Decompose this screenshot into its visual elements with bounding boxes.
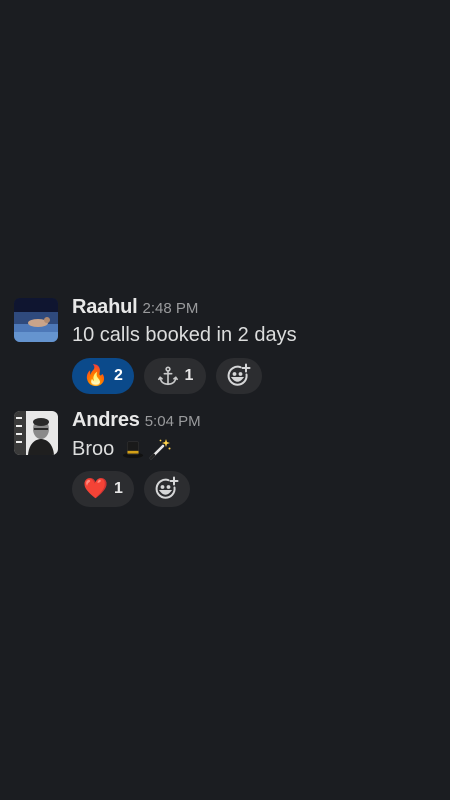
top-hat-icon <box>122 438 144 460</box>
reaction-anchor[interactable]: 1 <box>144 358 206 394</box>
avatar[interactable] <box>14 298 58 342</box>
message-text: 10 calls booked in 2 days <box>72 324 297 346</box>
add-reaction-icon <box>226 363 252 389</box>
add-reaction-button[interactable] <box>216 358 262 394</box>
timestamp[interactable]: 2:48 PM <box>142 300 198 317</box>
avatar[interactable] <box>14 411 58 455</box>
heart-icon: ❤️ <box>83 478 108 500</box>
fire-icon: 🔥 <box>83 365 108 387</box>
message-header: Raahul 2:48 PM <box>72 296 198 319</box>
author-name[interactable]: Andres <box>72 409 140 432</box>
reaction-heart[interactable]: ❤️ 1 <box>72 471 134 507</box>
avatar-image <box>14 411 58 455</box>
timestamp[interactable]: 5:04 PM <box>145 413 201 430</box>
reaction-bar: ❤️ 1 <box>72 471 190 507</box>
anchor-icon <box>157 365 179 387</box>
reaction-bar: 🔥 2 1 <box>72 358 262 394</box>
reaction-count: 1 <box>184 367 194 384</box>
message-text: Broo <box>72 437 172 461</box>
channel-view: Raahul 2:48 PM 10 calls booked in 2 days… <box>0 0 450 800</box>
message-header: Andres 5:04 PM <box>72 409 201 432</box>
reaction-fire[interactable]: 🔥 2 <box>72 358 134 394</box>
avatar-image <box>14 298 58 342</box>
message-text-content: Broo <box>72 437 115 460</box>
add-reaction-button[interactable] <box>144 471 190 507</box>
reaction-count: 2 <box>114 367 123 384</box>
author-name[interactable]: Raahul <box>72 296 138 319</box>
reaction-count: 1 <box>114 480 123 497</box>
magic-wand-icon <box>148 437 172 461</box>
add-reaction-icon <box>154 476 180 502</box>
